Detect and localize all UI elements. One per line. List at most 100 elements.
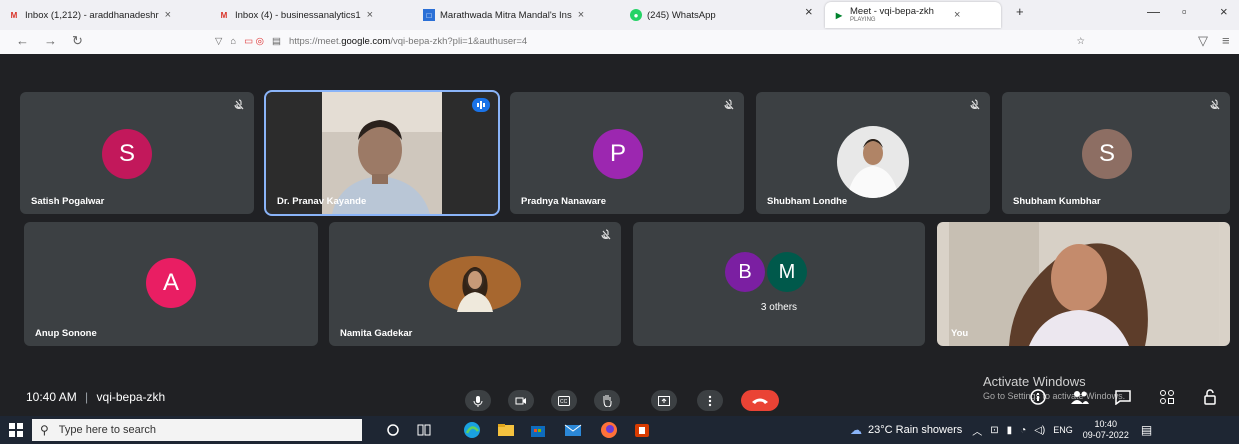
more-options-button[interactable] [697,390,723,411]
close-tab-icon[interactable]: × [165,9,171,21]
windows-start-icon[interactable] [9,423,23,437]
weather-label[interactable]: 23°C Rain showers [868,424,962,436]
volume-icon[interactable]: ◁) [1034,425,1045,436]
tab-label: Meet - vqi-bepa-zkh [850,6,934,17]
tab-gmail-1[interactable]: M Inbox (1,212) - araddhanadeshr × [8,2,208,28]
tab-gmail-2[interactable]: M Inbox (4) - businessanalytics1 × [218,2,414,28]
participant-name: Anup Sonone [35,328,97,339]
participant-tile-pranav[interactable]: Dr. Pranav Kayande [264,90,500,216]
participant-tile-namita[interactable]: Namita Gadekar [329,222,621,346]
address-bar[interactable]: ▽ ⌂ ▭ ◎ ▤ https://meet. google.com/vqi-be… [215,32,1085,51]
reader-icon[interactable]: ▤ [272,36,281,47]
weather-icon[interactable]: ☁ [850,423,862,437]
battery-icon[interactable]: ▮ [1007,425,1013,436]
meet-stage: S Satish Pogalwar Dr. Pranav Kayande P P… [0,54,1239,416]
tab-label: Inbox (1,212) - araddhanadeshr [25,9,159,21]
menu-icon[interactable]: ≡ [1222,33,1230,48]
present-icon [658,395,670,406]
taskbar-search-box[interactable]: ⚲ Type here to search [32,419,362,441]
url-host: google.com [341,36,391,47]
chat-icon[interactable] [1113,387,1133,407]
windows-taskbar: ⚲ Type here to search ☁ 23°C Rain shower… [0,416,1239,444]
participant-name: Satish Pogalwar [31,196,105,207]
tab-label: Marathwada Mitra Mandal's Ins [440,9,572,21]
mic-off-icon [1210,99,1220,110]
close-tab-icon[interactable]: × [578,9,584,21]
participant-tile-you[interactable]: You [937,222,1230,346]
participant-tile-anup[interactable]: A Anup Sonone [24,222,318,346]
permissions-icon[interactable]: ▭ ◎ [244,36,264,47]
gmail-icon: M [220,10,228,20]
avatar: S [1082,129,1132,179]
host-controls-icon[interactable] [1200,387,1220,407]
tray-chevron-icon[interactable]: ︿ [972,423,982,438]
search-placeholder: Type here to search [58,424,157,436]
raise-hand-icon [603,395,612,407]
raise-hand-button[interactable] [594,390,620,411]
participant-tile-others[interactable]: B M 3 others [633,222,925,346]
close-tab-icon[interactable]: × [805,4,813,19]
firefox-icon[interactable] [600,421,618,439]
site-icon: □ [423,9,435,21]
back-icon[interactable]: ← [16,33,29,48]
forward-icon[interactable]: → [44,33,57,48]
bookmark-star-icon[interactable]: ☆ [1076,36,1085,47]
participant-name: Dr. Pranav Kayande [277,196,367,207]
reload-icon[interactable]: ↻ [72,33,83,49]
info-icon[interactable] [1028,387,1048,407]
pocket-icon[interactable]: ▽ [1198,33,1208,49]
end-call-icon [752,398,768,404]
camera-button[interactable] [508,390,534,411]
new-tab-icon[interactable]: + [1016,4,1024,19]
people-icon[interactable] [1070,387,1090,407]
activities-icon[interactable] [1157,387,1177,407]
mic-off-icon [601,229,611,240]
clock-time: 10:40 [1094,419,1118,429]
close-tab-icon[interactable]: × [954,9,960,21]
mail-icon[interactable] [564,421,582,439]
tab-whatsapp[interactable]: ● (245) WhatsApp [630,2,820,28]
participant-tile-shubham-kumbhar[interactable]: S Shubham Kumbhar [1002,92,1230,214]
mic-icon [473,395,483,407]
whatsapp-icon: ● [630,9,642,21]
mic-button[interactable] [465,390,491,411]
search-icon: ⚲ [40,423,49,437]
svg-text:CC: CC [560,399,568,405]
mic-off-icon [234,99,244,110]
network-icon[interactable]: ⊡ [990,425,998,436]
tab-mmm[interactable]: □ Marathwada Mitra Mandal's Ins × [423,2,618,28]
end-call-button[interactable] [741,390,779,411]
clock[interactable]: 10:40 09-07-2022 [1083,419,1129,441]
speaking-indicator-icon [472,98,490,112]
captions-button[interactable]: CC [551,390,577,411]
present-button[interactable] [651,390,677,411]
participant-tile-pradnya[interactable]: P Pradnya Nanaware [510,92,744,214]
wifi-icon[interactable]: ◔ [1020,425,1026,436]
file-explorer-icon[interactable] [497,421,515,439]
store-icon[interactable] [529,421,547,439]
camera-icon [515,397,526,404]
participant-tile-satish[interactable]: S Satish Pogalwar [20,92,254,214]
participant-name: Shubham Londhe [767,196,848,207]
task-view-icon[interactable] [415,421,433,439]
mic-off-icon [724,99,734,110]
participant-tile-shubham-londhe[interactable]: Shubham Londhe [756,92,990,214]
close-window-icon[interactable]: × [1220,4,1228,19]
language-label[interactable]: ENG [1053,425,1073,435]
captions-icon: CC [558,395,570,406]
cortana-icon[interactable] [384,421,402,439]
others-count-label: 3 others [760,302,798,313]
self-video [949,222,1219,346]
office-icon[interactable] [633,421,651,439]
tab-meet[interactable]: ▶ Meet - vqi-bepa-zkh PLAYING × [825,2,1001,28]
participant-name: Namita Gadekar [340,328,413,339]
mic-off-icon [970,99,980,110]
close-tab-icon[interactable]: × [367,9,373,21]
minimize-icon[interactable]: — [1147,4,1160,19]
notifications-icon[interactable]: ▤ [1141,423,1152,437]
lock-icon: ⌂ [230,36,237,47]
edge-icon[interactable] [463,421,481,439]
maximize-icon[interactable]: ▫ [1182,4,1187,19]
tab-playing-label: PLAYING [850,17,876,23]
meeting-separator: | [85,390,89,404]
